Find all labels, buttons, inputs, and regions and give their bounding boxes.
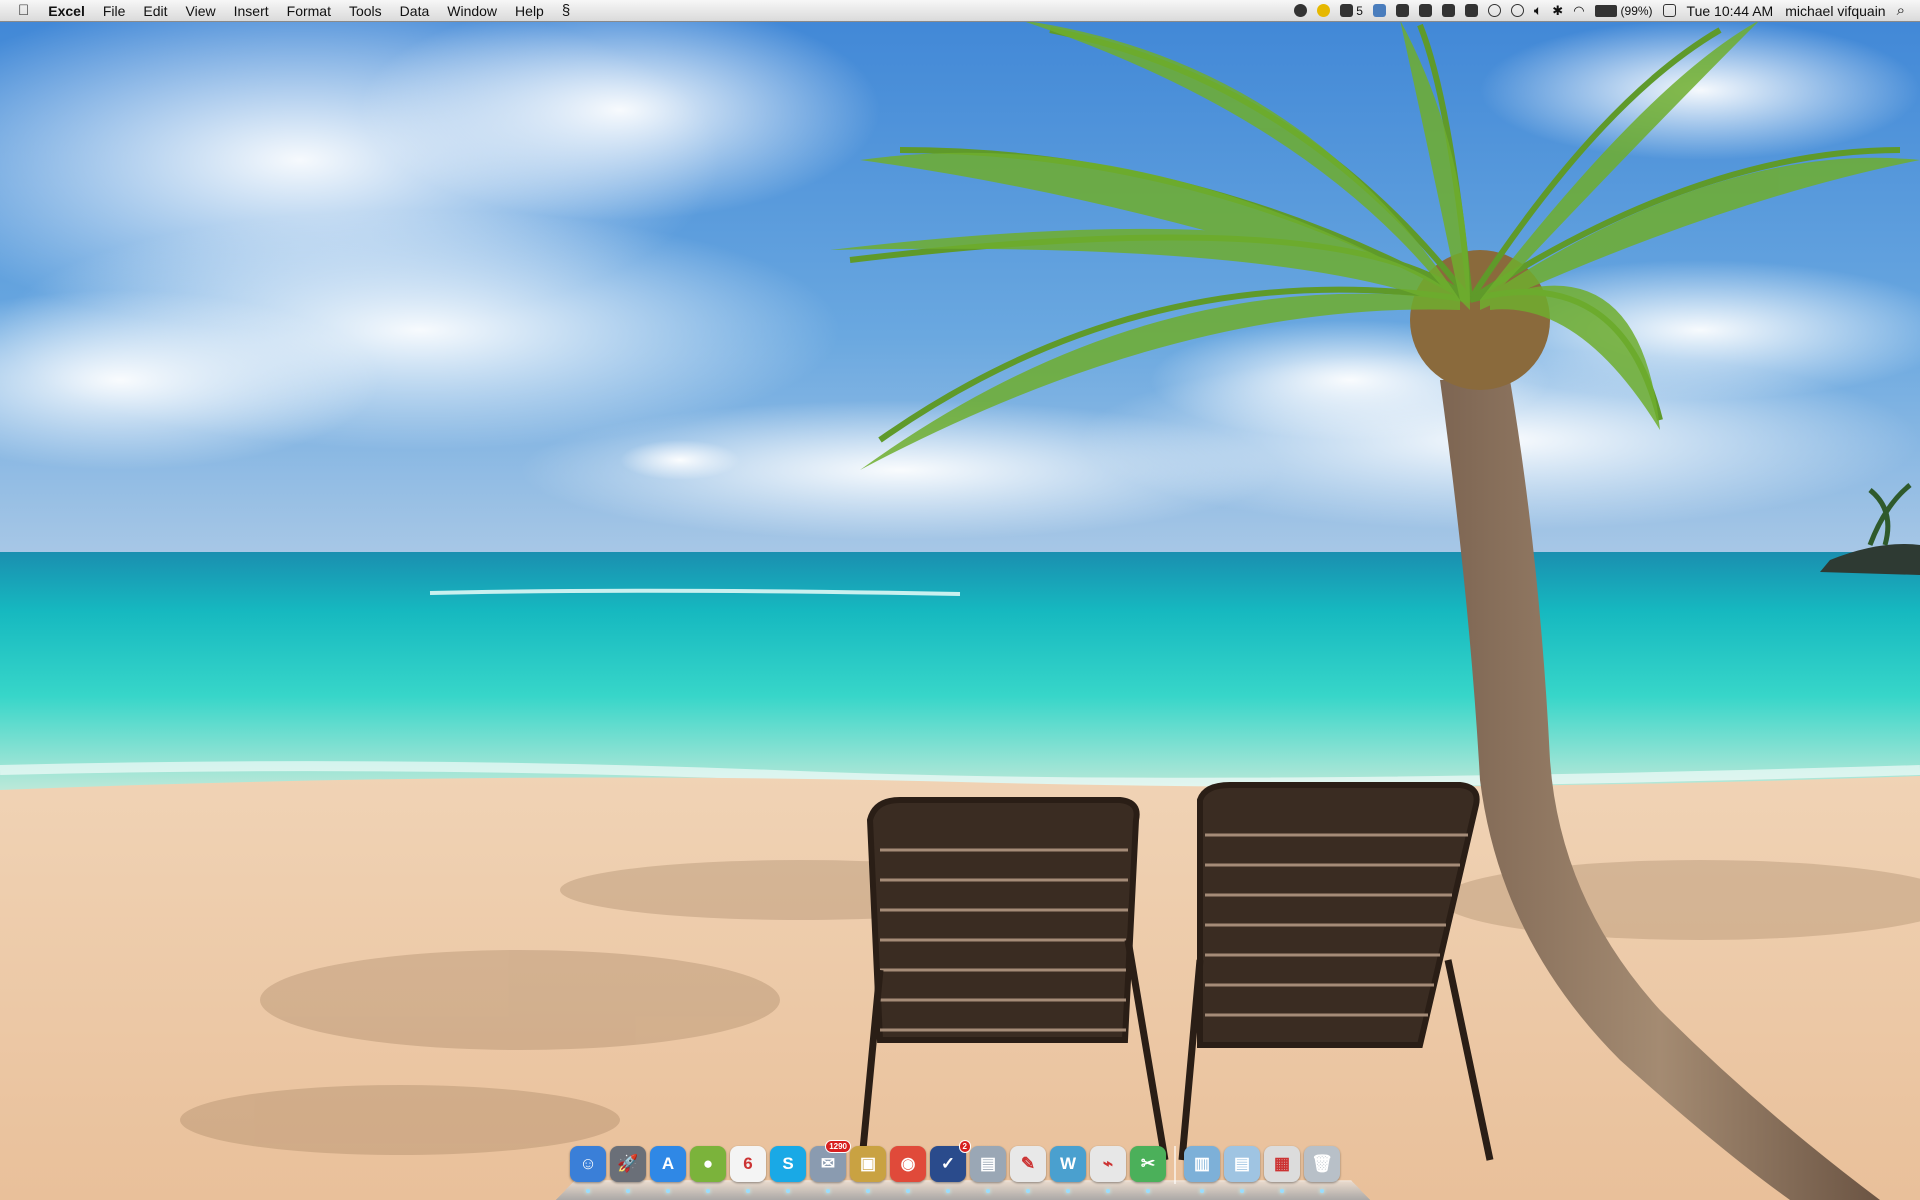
app-store-glyph: A: [661, 1154, 675, 1173]
textedit-glyph: ✎: [1020, 1154, 1036, 1173]
apple-menu-icon[interactable]: : [0, 0, 39, 22]
trash-dock-icon[interactable]: 🗑: [1304, 1146, 1340, 1193]
menubar-clock[interactable]: Tue 10:44 AM: [1681, 0, 1780, 22]
skype-glyph: S: [782, 1154, 794, 1173]
script-menu-icon[interactable]: §: [553, 0, 579, 22]
growl-glyph: ●: [702, 1154, 714, 1173]
finder-dock-icon[interactable]: ☺: [570, 1146, 606, 1193]
desktop-wallpaper: [0, 0, 1920, 1200]
running-indicator: [866, 1189, 870, 1193]
clock-status-icon[interactable]: [1312, 0, 1335, 22]
finder-glyph: ☺: [579, 1154, 597, 1173]
trash-glyph: 🗑: [1311, 1154, 1333, 1173]
spotlight-search-icon[interactable]: ⌕: [1892, 0, 1910, 22]
chat-status-icon[interactable]: [1437, 0, 1460, 22]
menu-format[interactable]: Format: [278, 0, 340, 22]
running-indicator: [586, 1189, 590, 1193]
scissors-app-glyph: ✂: [1140, 1154, 1156, 1173]
wunderlist-glyph: W: [1059, 1154, 1077, 1173]
chrome-dock-icon[interactable]: ◉: [890, 1146, 926, 1193]
things-badge: 2: [958, 1140, 971, 1153]
menu-window[interactable]: Window: [438, 0, 506, 22]
running-indicator: [906, 1189, 910, 1193]
running-indicator: [1146, 1189, 1150, 1193]
running-indicator: [1200, 1189, 1204, 1193]
mail-dock-icon[interactable]: ✉ 1290: [810, 1140, 851, 1193]
chrome-glyph: ◉: [900, 1154, 916, 1173]
app-store-dock-icon[interactable]: A: [650, 1146, 686, 1193]
wunderlist-dock-icon[interactable]: W: [1050, 1146, 1086, 1193]
notification-count: 5: [1356, 3, 1363, 18]
wifi-status-icon[interactable]: ◠: [1568, 0, 1589, 22]
adobe-status-icon[interactable]: 5: [1335, 0, 1368, 22]
documents-folder-dock-icon[interactable]: ▤: [1224, 1146, 1260, 1193]
input-menu-icon[interactable]: [1658, 0, 1681, 22]
skype-dock-icon[interactable]: S: [770, 1146, 806, 1193]
growl-dock-icon[interactable]: ●: [690, 1146, 726, 1193]
preview-glyph: ▤: [979, 1154, 997, 1173]
gear-status-icon[interactable]: [1289, 0, 1312, 22]
menu-view[interactable]: View: [177, 0, 225, 22]
running-indicator: [946, 1189, 950, 1193]
running-indicator: [1066, 1189, 1070, 1193]
running-indicator: [1240, 1189, 1244, 1193]
scissors-status-icon[interactable]: [1414, 0, 1437, 22]
user-menu[interactable]: michael vifquain: [1779, 0, 1891, 22]
battery-icon: [1594, 4, 1617, 17]
launchpad-glyph: 🚀: [617, 1154, 639, 1173]
things-glyph: ✓: [940, 1154, 956, 1173]
running-indicator: [986, 1189, 990, 1193]
menu-bar:  Excel File Edit View Insert Format Too…: [0, 0, 1920, 22]
volume-status-icon[interactable]: 🔈︎: [1529, 0, 1547, 22]
dock: ☺ 🚀 A ● 6 S ✉ 1290 ▣ ◉ ✓ 2 ▤ ✎ W ⌁ ✂ ▥ ▤ ▦ 🗑: [556, 1140, 1370, 1200]
running-indicator: [1026, 1189, 1030, 1193]
downloads-stack-glyph: ▦: [1273, 1154, 1291, 1173]
evernote-status-icon[interactable]: [1460, 0, 1483, 22]
textedit-dock-icon[interactable]: ✎: [1010, 1146, 1046, 1193]
things-dock-icon[interactable]: ✓ 2: [930, 1140, 971, 1193]
app-menu-excel[interactable]: Excel: [39, 0, 94, 22]
documents-folder-glyph: ▤: [1233, 1154, 1251, 1173]
menu-file[interactable]: File: [94, 0, 135, 22]
running-indicator: [1280, 1189, 1284, 1193]
acrobat-dock-icon[interactable]: ⌁: [1090, 1146, 1126, 1193]
transmit-dock-icon[interactable]: ▣: [850, 1146, 886, 1193]
dropbox-status-icon[interactable]: [1368, 0, 1391, 22]
menu-edit[interactable]: Edit: [134, 0, 176, 22]
running-indicator: [786, 1189, 790, 1193]
x-status-icon[interactable]: [1391, 0, 1414, 22]
downloads-stack-dock-icon[interactable]: ▦: [1264, 1146, 1300, 1193]
acrobat-glyph: ⌁: [1102, 1154, 1114, 1173]
applications-folder-dock-icon[interactable]: ▥: [1184, 1146, 1220, 1193]
running-indicator: [1320, 1189, 1324, 1193]
running-indicator: [746, 1189, 750, 1193]
scissors-app-dock-icon[interactable]: ✂: [1130, 1146, 1166, 1193]
running-indicator: [826, 1189, 830, 1193]
dock-separator: [1174, 1146, 1176, 1184]
preview-dock-icon[interactable]: ▤: [970, 1146, 1006, 1193]
menu-help[interactable]: Help: [506, 0, 553, 22]
launchpad-dock-icon[interactable]: 🚀: [610, 1146, 646, 1193]
mail-badge: 1290: [825, 1140, 851, 1153]
running-indicator: [626, 1189, 630, 1193]
transmit-glyph: ▣: [859, 1154, 877, 1173]
menu-data[interactable]: Data: [391, 0, 439, 22]
battery-percent: (99%): [1620, 3, 1653, 18]
applications-folder-glyph: ▥: [1193, 1154, 1211, 1173]
bluetooth-status-icon[interactable]: ✱: [1547, 0, 1568, 22]
running-indicator: [666, 1189, 670, 1193]
battery-status[interactable]: (99%): [1590, 0, 1658, 22]
mail-glyph: ✉: [820, 1154, 836, 1173]
calendar-glyph: 6: [743, 1154, 753, 1173]
running-indicator: [706, 1189, 710, 1193]
menu-tools[interactable]: Tools: [340, 0, 391, 22]
calendar-dock-icon[interactable]: 6: [730, 1146, 766, 1193]
time-machine-status-icon[interactable]: [1506, 0, 1529, 22]
running-indicator: [1106, 1189, 1110, 1193]
sync-status-icon[interactable]: [1483, 0, 1506, 22]
menu-insert[interactable]: Insert: [225, 0, 278, 22]
